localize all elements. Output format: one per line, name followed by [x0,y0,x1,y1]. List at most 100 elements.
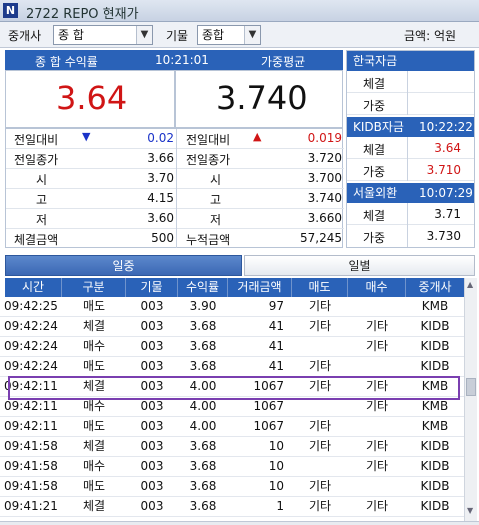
table-row[interactable]: 09:41:21 체결 003 3.68 1 기타 기타 KIDB [0,497,464,517]
quote-row: 전일대비 ▼ 0.02 전일대비 ▲ 0.019 [6,129,344,149]
chevron-down-icon[interactable]: ▼ [244,26,260,44]
quote-label: 전일대비 [186,133,231,147]
table-row[interactable]: 09:41:58 체결 003 3.68 10 기타 기타 KIDB [0,437,464,457]
side-value: 3.71 [434,207,461,221]
col-header-time[interactable]: 시간 [5,278,62,297]
cell-broker: KMB [421,299,449,313]
side-label: 가중 [363,99,386,113]
seoul-time: 10:07:29 [419,186,473,200]
market-side-panel: 한국자금 체결 가중 KIDB자금 10:22:22 체결 3.64 가중 3.… [346,50,475,248]
cell-yield: 3.68 [189,479,217,493]
cell-broker: KMB [421,399,449,413]
hk-row: 체결 [347,71,474,93]
cell-type: 매도 [82,299,106,313]
cell-amount: 1067 [253,419,284,433]
broker-select-value: 종 합 [58,28,84,42]
side-label: 체결 [363,143,386,157]
col-header-broker[interactable]: 중개사 [406,278,464,297]
cell-amount: 41 [268,319,284,333]
quote-label: 시 [210,173,222,187]
cell-amount: 10 [268,439,284,453]
quote-value: 3.660 [307,211,342,225]
table-row[interactable]: 09:42:24 체결 003 3.68 41 기타 기타 KIDB [0,317,464,337]
col-header-term[interactable]: 기물 [126,278,178,297]
table-row[interactable]: 09:41:58 매도 003 3.68 10 기타 KIDB [0,477,464,497]
down-arrow-icon: ▼ [82,130,91,143]
scroll-thumb[interactable] [466,378,476,396]
column-divider [407,137,408,181]
table-row[interactable]: 09:42:11 체결 003 4.00 1067 기타 기타 KMB [0,377,464,397]
cell-type: 매수 [82,459,106,473]
cell-buy [348,417,406,436]
table-row[interactable]: 09:41:58 매수 003 3.68 10 기타 KIDB [0,457,464,477]
cell-type: 매수 [82,399,106,413]
scroll-down-icon[interactable]: ▼ [467,506,475,516]
col-header-buy[interactable]: 매수 [348,278,406,297]
quote-value: 57,245 [300,231,342,245]
broker-select[interactable]: 종 합 ▼ [53,25,153,45]
cell-time: 09:42:25 [4,299,58,313]
cell-broker: KMB [421,379,449,393]
table-row[interactable]: 09:42:24 매수 003 3.68 41 기타 KIDB [0,337,464,357]
side-value: 3.730 [426,229,461,243]
cell-term: 003 [140,379,164,393]
chevron-down-icon[interactable]: ▼ [136,26,152,44]
table-row[interactable]: 09:42:11 매도 003 4.00 1067 기타 KMB [0,417,464,437]
cell-broker: KIDB [420,439,450,453]
vertical-scrollbar[interactable]: ▲ ▼ [464,278,477,521]
cell-sell: 기타 [308,419,332,433]
col-header-yield[interactable]: 수익률 [178,278,228,297]
window-title: 2722 REPO 현재가 [26,7,139,22]
cell-type: 체결 [82,319,106,333]
term-label: 기물 [166,29,189,43]
cell-term: 003 [140,339,164,353]
quote-value: 3.70 [147,171,174,185]
quote-label: 전일대비 [14,133,59,147]
cell-time: 09:41:21 [4,499,58,513]
quote-value: 0.02 [147,131,174,145]
tab-by-day[interactable]: 일별 [244,255,475,276]
cell-sell [292,457,348,476]
quote-header-right: 가중평균 [261,55,306,69]
cell-sell: 기타 [308,379,332,393]
quote-label: 저 [210,213,222,227]
cell-buy: 기타 [365,459,389,473]
table-row[interactable]: 09:42:24 매도 003 3.68 41 기타 KIDB [0,357,464,377]
cell-yield: 3.68 [189,439,217,453]
cell-type: 체결 [82,379,106,393]
cell-broker: KIDB [420,499,450,513]
side-label: 가중 [363,165,386,179]
seoul-row: 체결 3.71 [347,203,474,225]
trade-table-header: 시간 구분 기물 수익률 거래금액 매도 매수 중개사 [5,278,464,297]
cell-broker: KIDB [420,479,450,493]
scroll-up-icon[interactable]: ▲ [467,280,475,290]
quote-value: 3.720 [307,151,342,165]
cell-term: 003 [140,479,164,493]
cell-yield: 3.68 [189,319,217,333]
tab-daily[interactable]: 일중 [5,255,242,276]
side-value: 3.64 [434,141,461,155]
hk-header: 한국자금 [347,51,474,71]
amount-unit-label: 금액: 억원 [404,29,457,43]
quote-table: 전일대비 ▼ 0.02 전일대비 ▲ 0.019 전일종가 3.66 전일종가 … [5,128,344,248]
seoul-header: 서울외환 10:07:29 [347,183,474,203]
quote-header-left: 종 합 수익률 [35,55,98,69]
quote-header-time: 10:21:01 [155,53,209,67]
term-select-value: 종합 [202,28,225,42]
app-logo-icon: N [3,3,18,18]
kidb-title: KIDB자금 [353,120,404,134]
quote-value: 3.66 [147,151,174,165]
table-row[interactable]: 09:42:25 매도 003 3.90 97 기타 KMB [0,297,464,317]
broker-label: 중개사 [8,29,42,43]
col-header-sell[interactable]: 매도 [292,278,348,297]
col-header-amount[interactable]: 거래금액 [228,278,292,297]
table-row[interactable]: 09:42:11 매수 003 4.00 1067 기타 KMB [0,397,464,417]
cell-term: 003 [140,499,164,513]
cell-amount: 1 [276,499,284,513]
cell-buy: 기타 [365,319,389,333]
col-header-type[interactable]: 구분 [62,278,126,297]
cell-buy [348,297,406,316]
term-select[interactable]: 종합 ▼ [197,25,261,45]
quote-value: 4.15 [147,191,174,205]
side-label: 가중 [363,231,386,245]
